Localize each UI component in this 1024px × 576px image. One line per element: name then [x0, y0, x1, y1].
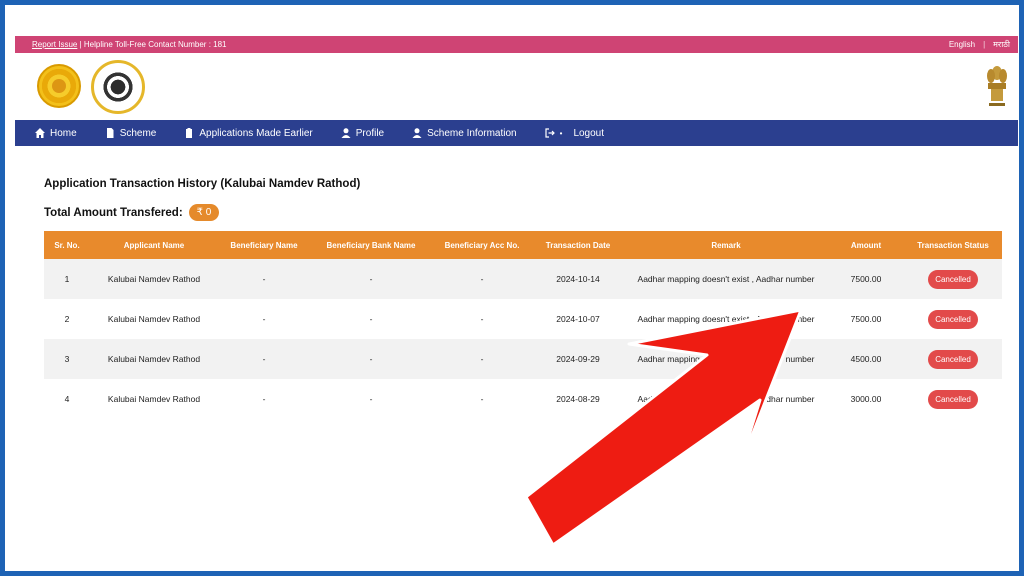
cell-acc-no: -	[480, 314, 484, 324]
cell-beneficiary-name: -	[262, 314, 266, 324]
nav-logout-label: Logout	[573, 127, 605, 139]
table-row: 2 Kalubai Namdev Rathod - - - 2024-10-07…	[44, 299, 1002, 339]
nav-applications-made-earlier[interactable]: Applications Made Earlier	[184, 127, 313, 139]
national-emblem-logo	[987, 66, 1007, 106]
cell-acc-no: -	[480, 354, 484, 364]
cell-remark: Aadhar mapping doesn't exist , Aadhar nu…	[637, 274, 815, 284]
maharashtra-government-seal-logo	[37, 64, 81, 108]
column-header-applicant-name: Applicant Name	[123, 240, 185, 250]
dropdown-dot: •	[559, 128, 563, 138]
total-amount-row: Total Amount Transfered: ₹ 0	[44, 204, 1002, 221]
cell-amount: 3000.00	[850, 394, 882, 404]
cell-applicant-name: Kalubai Namdev Rathod	[107, 314, 201, 324]
cell-status: Cancelled	[904, 259, 1002, 299]
table-row: 1 Kalubai Namdev Rathod - - - 2024-10-14…	[44, 259, 1002, 299]
column-header-bank-name: Beneficiary Bank Name	[326, 240, 416, 250]
cell-transaction-date: 2024-09-29	[556, 354, 600, 364]
cell-sr-no: 1	[64, 274, 70, 284]
lang-english-link[interactable]: English	[949, 40, 975, 49]
cell-sr-no: 3	[64, 354, 70, 364]
status-cancelled-button[interactable]: Cancelled	[928, 269, 978, 289]
cell-bank-name: -	[369, 274, 373, 284]
column-header-transaction-date: Transaction Date	[545, 240, 611, 250]
cell-bank-name: -	[369, 354, 373, 364]
cell-remark: Aadhar mapping doesn't exist , Aadhar nu…	[637, 314, 815, 324]
nav-applications-label: Applications Made Earlier	[199, 127, 313, 139]
cell-acc-no: -	[480, 274, 484, 284]
nav-home-label: Home	[50, 127, 77, 139]
women-child-development-logo	[91, 60, 145, 114]
nav-scheme-label: Scheme	[119, 127, 157, 139]
cell-bank-name: -	[369, 314, 373, 324]
cell-amount: 7500.00	[850, 274, 882, 284]
main-navigation: Home Scheme Applications Made Earlier Pr…	[15, 120, 1018, 146]
nav-scheme-information-label: Scheme Information	[427, 127, 517, 139]
column-header-remark: Remark	[711, 240, 741, 250]
cell-applicant-name: Kalubai Namdev Rathod	[107, 354, 201, 364]
transaction-history-table: Sr. No. Applicant Name Beneficiary Name …	[44, 231, 1002, 419]
report-issue-link[interactable]: Report Issue	[32, 40, 77, 49]
nav-logout[interactable]: • Logout	[545, 128, 604, 139]
column-header-sr-no: Sr. No.	[54, 240, 80, 250]
table-row: 3 Kalubai Namdev Rathod - - - 2024-09-29…	[44, 339, 1002, 379]
cell-amount: 4500.00	[850, 354, 882, 364]
column-header-beneficiary-name: Beneficiary Name	[230, 240, 298, 250]
cell-beneficiary-name: -	[262, 354, 266, 364]
top-bar-left: Report Issue | Helpline Toll-Free Contac…	[32, 40, 226, 49]
total-amount-label: Total Amount Transfered:	[44, 206, 183, 219]
cell-amount: 7500.00	[850, 314, 882, 324]
nav-scheme[interactable]: Scheme	[105, 127, 157, 139]
cell-bank-name: -	[369, 394, 373, 404]
top-bar: Report Issue | Helpline Toll-Free Contac…	[15, 36, 1018, 53]
status-cancelled-button[interactable]: Cancelled	[928, 389, 978, 409]
table-header-row: Sr. No. Applicant Name Beneficiary Name …	[44, 231, 1002, 259]
column-header-amount: Amount	[850, 240, 882, 250]
page-title: Application Transaction History (Kalubai…	[44, 178, 361, 190]
cell-beneficiary-name: -	[262, 394, 266, 404]
table-row: 4 Kalubai Namdev Rathod - - - 2024-08-29…	[44, 379, 1002, 419]
cell-status: Cancelled	[904, 339, 1002, 379]
cell-applicant-name: Kalubai Namdev Rathod	[107, 394, 201, 404]
status-cancelled-button[interactable]: Cancelled	[928, 349, 978, 369]
main-content: Application Transaction History (Kalubai…	[44, 178, 1002, 419]
clipboard-icon	[186, 128, 193, 138]
cell-transaction-date: 2024-10-07	[556, 314, 600, 324]
column-header-acc-no: Beneficiary Acc No.	[444, 240, 520, 250]
cell-status: Cancelled	[904, 299, 1002, 339]
status-cancelled-button[interactable]: Cancelled	[928, 309, 978, 329]
nav-scheme-information[interactable]: Scheme Information	[412, 128, 517, 139]
home-icon	[35, 128, 45, 138]
lang-marathi-link[interactable]: मराठी	[993, 39, 1010, 50]
cell-sr-no: 2	[64, 314, 70, 324]
column-header-transaction-status: Transaction Status	[917, 240, 989, 250]
cell-remark: Aadhar mapping doesn't exist , Aadhar nu…	[637, 354, 815, 364]
cell-acc-no: -	[480, 394, 484, 404]
lang-separator: |	[983, 40, 986, 49]
cell-beneficiary-name: -	[262, 274, 266, 284]
logout-icon	[545, 128, 555, 138]
cell-applicant-name: Kalubai Namdev Rathod	[107, 274, 201, 284]
cell-transaction-date: 2024-08-29	[556, 394, 600, 404]
helpline-text: | Helpline Toll-Free Contact Number : 18…	[79, 40, 227, 49]
document-icon	[106, 128, 114, 138]
header	[15, 55, 1018, 119]
language-switcher: English | मराठी	[949, 39, 1010, 50]
nav-profile-label: Profile	[355, 127, 385, 139]
cell-remark: Aadhar mapping doesn't exist , Aadhar nu…	[637, 394, 815, 404]
user-icon	[412, 128, 422, 138]
user-icon	[341, 128, 351, 138]
cell-transaction-date: 2024-10-14	[556, 274, 600, 284]
cell-status: Cancelled	[904, 379, 1002, 419]
nav-home[interactable]: Home	[35, 128, 77, 139]
nav-profile[interactable]: Profile	[341, 128, 384, 139]
cell-sr-no: 4	[64, 394, 70, 404]
total-amount-badge: ₹ 0	[188, 204, 220, 221]
